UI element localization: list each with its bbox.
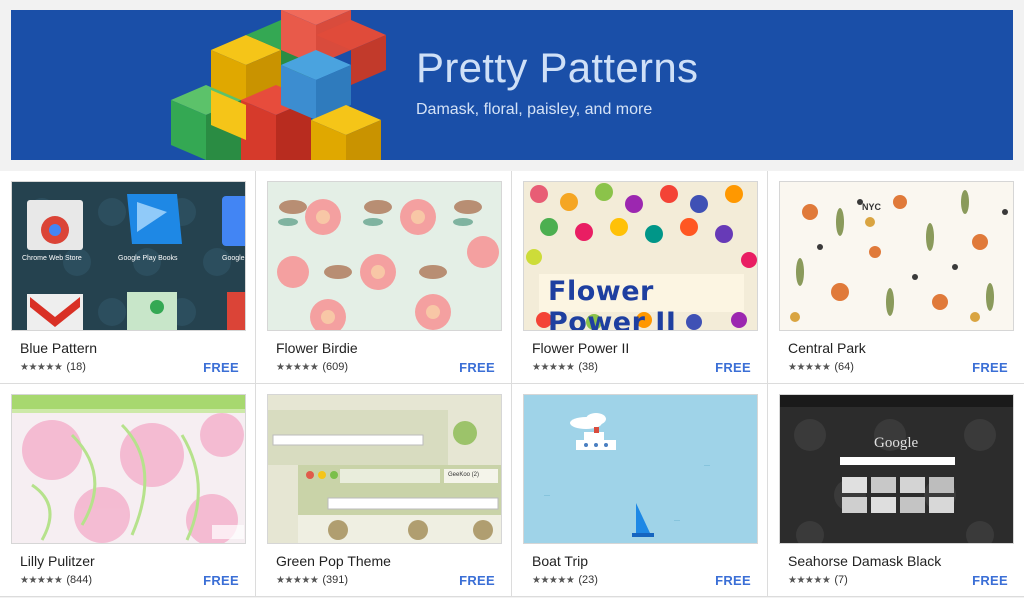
- thumb-label-google: Google: [874, 435, 919, 451]
- theme-name[interactable]: Central Park: [788, 340, 866, 356]
- star-rating-icon: ★★★★★: [532, 361, 575, 373]
- rating-count: (18): [66, 361, 86, 373]
- theme-card-flower-birdie[interactable]: Flower Birdie ★★★★★ (609) FREE: [256, 171, 512, 384]
- theme-card-blue-pattern[interactable]: Chrome Web Store Google Play Books Googl…: [0, 171, 256, 384]
- thumb-label-google-play-books: Google Play Books: [118, 255, 178, 262]
- banner-subtitle: Damask, floral, paisley, and more: [416, 101, 653, 118]
- theme-name[interactable]: Flower Birdie: [276, 340, 358, 356]
- theme-thumbnail[interactable]: [523, 394, 758, 544]
- theme-thumbnail[interactable]: Google: [779, 394, 1014, 544]
- price-label[interactable]: FREE: [972, 573, 1008, 588]
- theme-thumbnail[interactable]: NYC: [779, 181, 1014, 331]
- star-rating-icon: ★★★★★: [276, 361, 319, 373]
- price-label[interactable]: FREE: [203, 573, 239, 588]
- theme-rating: ★★★★★ (38): [532, 361, 598, 373]
- price-label[interactable]: FREE: [459, 360, 495, 375]
- theme-rating: ★★★★★ (23): [532, 574, 598, 586]
- star-rating-icon: ★★★★★: [20, 361, 63, 373]
- theme-thumbnail[interactable]: Flower Power II: [523, 181, 758, 331]
- price-label[interactable]: FREE: [715, 360, 751, 375]
- theme-grid: Chrome Web Store Google Play Books Googl…: [0, 171, 1024, 598]
- theme-name[interactable]: Seahorse Damask Black: [788, 553, 941, 569]
- theme-card-lilly-pulitzer[interactable]: Lilly Pulitzer ★★★★★ (844) FREE: [0, 384, 256, 597]
- theme-card-seahorse-damask-black[interactable]: Google Seahorse Damask Black ★★★★★ (7) F…: [768, 384, 1024, 597]
- theme-rating: ★★★★★ (844): [20, 574, 92, 586]
- theme-name[interactable]: Blue Pattern: [20, 340, 97, 356]
- theme-thumbnail[interactable]: Chrome Web Store Google Play Books Googl…: [11, 181, 246, 331]
- rating-count: (844): [66, 574, 93, 586]
- theme-rating: ★★★★★ (609): [276, 361, 348, 373]
- star-rating-icon: ★★★★★: [532, 574, 575, 586]
- star-rating-icon: ★★★★★: [276, 574, 319, 586]
- theme-card-central-park[interactable]: NYC Central Park ★★★★★ (64) FREE: [768, 171, 1024, 384]
- theme-name[interactable]: Green Pop Theme: [276, 553, 391, 569]
- featured-banner[interactable]: Pretty Patterns Damask, floral, paisley,…: [11, 10, 1013, 160]
- star-rating-icon: ★★★★★: [20, 574, 63, 586]
- theme-thumbnail[interactable]: [11, 394, 246, 544]
- star-rating-icon: ★★★★★: [788, 574, 831, 586]
- rating-count: (609): [322, 361, 349, 373]
- thumb-label-geekoo: GeeKoo (2): [448, 472, 480, 478]
- rating-count: (64): [834, 361, 854, 373]
- thumb-label-flower-power: Flower Power II: [548, 276, 677, 331]
- theme-card-flower-power-ii[interactable]: Flower Power II Flower Power II ★★★★★ (3…: [512, 171, 768, 384]
- featured-banner-area: Pretty Patterns Damask, floral, paisley,…: [0, 0, 1024, 171]
- price-label[interactable]: FREE: [459, 573, 495, 588]
- theme-name[interactable]: Flower Power II: [532, 340, 629, 356]
- rating-count: (23): [578, 574, 598, 586]
- theme-card-green-pop[interactable]: GeeKoo (2) Green Pop Theme ★★★★★ (391) F…: [256, 384, 512, 597]
- theme-rating: ★★★★★ (64): [788, 361, 854, 373]
- rating-count: (38): [578, 361, 598, 373]
- thumb-label-google: Google: [222, 255, 245, 262]
- price-label[interactable]: FREE: [972, 360, 1008, 375]
- theme-thumbnail[interactable]: [267, 181, 502, 331]
- thumb-label-nyc: NYC: [862, 202, 882, 212]
- theme-name[interactable]: Lilly Pulitzer: [20, 553, 95, 569]
- star-rating-icon: ★★★★★: [788, 361, 831, 373]
- rating-count: (391): [322, 574, 349, 586]
- price-label[interactable]: FREE: [203, 360, 239, 375]
- cube-pattern-art: [171, 10, 386, 160]
- thumb-label-chrome-web-store: Chrome Web Store: [22, 255, 82, 262]
- theme-name[interactable]: Boat Trip: [532, 553, 588, 569]
- price-label[interactable]: FREE: [715, 573, 751, 588]
- theme-thumbnail[interactable]: GeeKoo (2): [267, 394, 502, 544]
- theme-rating: ★★★★★ (7): [788, 574, 848, 586]
- banner-title: Pretty Patterns: [416, 44, 699, 91]
- rating-count: (7): [834, 574, 848, 586]
- theme-card-boat-trip[interactable]: Boat Trip ★★★★★ (23) FREE: [512, 384, 768, 597]
- theme-rating: ★★★★★ (391): [276, 574, 348, 586]
- theme-rating: ★★★★★ (18): [20, 361, 86, 373]
